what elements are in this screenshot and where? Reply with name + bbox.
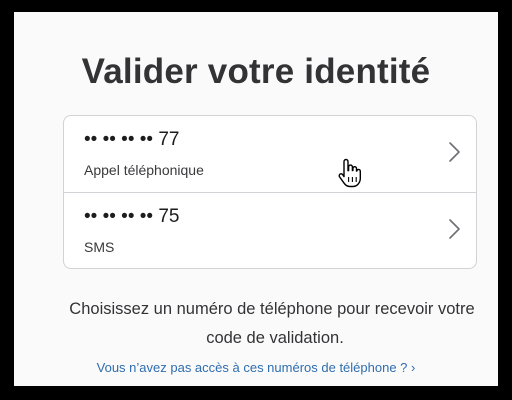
chevron-right-icon (449, 219, 460, 239)
page-title: Valider votre identité (81, 52, 431, 91)
masked-phone-number: •• •• •• •• 75 (84, 206, 180, 227)
instruction-line-2: code de validation. (206, 329, 344, 347)
no-access-link[interactable]: Vous n’avez pas accès à ces numéros de t… (14, 360, 498, 375)
instruction-text: Choisissez un numéro de téléphone pour r… (14, 295, 498, 353)
contact-method-label: Appel téléphonique (84, 162, 204, 178)
chevron-right-icon (449, 142, 460, 162)
masked-phone-number: •• •• •• •• 77 (84, 129, 180, 150)
identity-verification-panel: Valider votre identité •• •• •• •• 77 Ap… (14, 12, 498, 386)
phone-options-list: •• •• •• •• 77 Appel téléphonique •• •• … (63, 115, 477, 269)
contact-method-label: SMS (84, 239, 115, 255)
instruction-line-1: Choisissez un numéro de téléphone pour r… (69, 300, 475, 318)
hand-pointer-cursor-icon (338, 158, 361, 188)
phone-option-sms[interactable]: •• •• •• •• 75 SMS (64, 193, 476, 269)
phone-option-call[interactable]: •• •• •• •• 77 Appel téléphonique (64, 116, 476, 193)
